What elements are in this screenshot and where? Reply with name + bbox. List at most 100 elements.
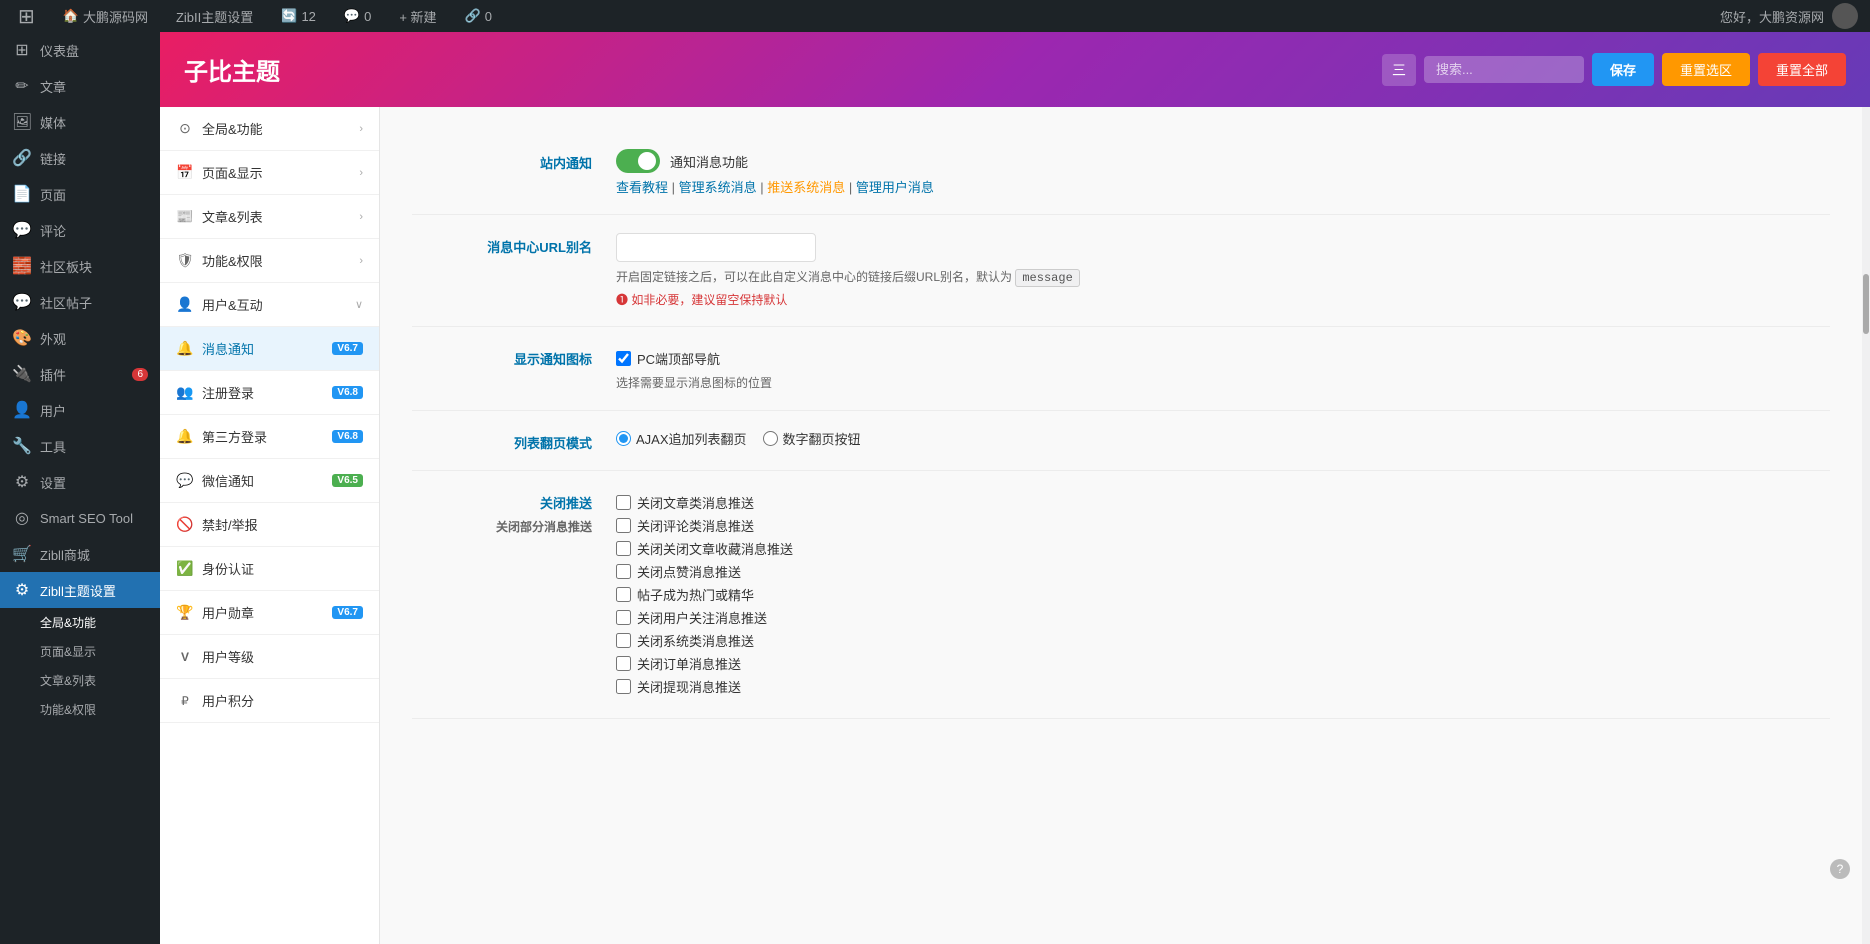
- scrollbar-thumb[interactable]: [1863, 274, 1869, 334]
- wp-logo[interactable]: ⊞: [12, 0, 41, 32]
- sidebar-item-zibll-settings[interactable]: ⚙ Zibll主题设置: [0, 572, 160, 608]
- grid-view-button[interactable]: 三: [1382, 54, 1416, 86]
- nav-item-reg-login[interactable]: 👥 注册登录 V6.8: [160, 371, 379, 415]
- nav-item-third-login[interactable]: 🔔 第三方登录 V6.8: [160, 415, 379, 459]
- pc-nav-checkbox-item: PC端顶部导航: [616, 349, 1830, 368]
- submenu-func-perms[interactable]: 功能&权限: [0, 695, 160, 724]
- submenu-page-display[interactable]: 页面&显示: [0, 637, 160, 666]
- nav-item-user-medal[interactable]: 🏆 用户勋章 V6.7: [160, 591, 379, 635]
- nav-item-user-level[interactable]: V 用户等级: [160, 635, 379, 679]
- settings-search-input[interactable]: [1424, 56, 1584, 83]
- close-hot-push-label[interactable]: 帖子成为热门或精华: [637, 585, 754, 604]
- sidebar-item-comments[interactable]: 💬 评论: [0, 212, 160, 248]
- page-title: 子比主题: [184, 52, 280, 87]
- adminbar-links[interactable]: 🔗 0: [459, 0, 498, 32]
- close-article-push-checkbox[interactable]: [616, 495, 631, 510]
- adminbar-comments[interactable]: 💬 0: [338, 0, 377, 32]
- link-tutorial[interactable]: 查看教程: [616, 180, 668, 195]
- main-wrap: ⊞ 仪表盘 ✏ 文章 🖼 媒体 🔗 链接 📄 页面 💬 评论 🧱 社区板块 💬: [0, 32, 1870, 944]
- submenu-global-func[interactable]: 全局&功能: [0, 608, 160, 637]
- pc-top-nav-label[interactable]: PC端顶部导航: [637, 349, 720, 368]
- notify-toggle[interactable]: [616, 149, 660, 173]
- close-like-push-checkbox[interactable]: [616, 564, 631, 579]
- msg-url-input[interactable]: [616, 233, 816, 262]
- close-system-push-item: 关闭系统类消息推送: [616, 631, 1830, 650]
- nav-item-global-func[interactable]: ⊙ 全局&功能 ›: [160, 107, 379, 151]
- help-button[interactable]: ?: [1830, 859, 1850, 879]
- close-withdraw-push-label[interactable]: 关闭提现消息推送: [637, 677, 741, 696]
- users-icon: 👤: [12, 400, 32, 420]
- number-btn-radio[interactable]: [763, 431, 778, 446]
- site-notify-control: 通知消息功能 查看教程 | 管理系统消息 | 推送系统消息 | 管理用户消息: [616, 149, 1830, 196]
- adminbar-new[interactable]: + 新建: [393, 0, 442, 32]
- adminbar-avatar[interactable]: [1832, 3, 1858, 29]
- nav-item-wechat[interactable]: 💬 微信通知 V6.5: [160, 459, 379, 503]
- settings-panel: 站内通知 通知消息功能 查看教程 | 管理系统消息: [380, 107, 1862, 944]
- reset-all-button[interactable]: 重置全部: [1758, 53, 1846, 86]
- number-btn-label[interactable]: 数字翻页按钮: [783, 429, 861, 448]
- link-manage-user-msg[interactable]: 管理用户消息: [856, 180, 934, 195]
- close-withdraw-push-checkbox[interactable]: [616, 679, 631, 694]
- close-system-push-label[interactable]: 关闭系统类消息推送: [637, 631, 754, 650]
- sidebar-item-tools[interactable]: 🔧 工具: [0, 428, 160, 464]
- close-follow-push-checkbox[interactable]: [616, 610, 631, 625]
- posts-list-icon: 📰: [176, 208, 194, 225]
- close-follow-push-label[interactable]: 关闭用户关注消息推送: [637, 608, 767, 627]
- close-order-push-label[interactable]: 关闭订单消息推送: [637, 654, 741, 673]
- sidebar-item-media[interactable]: 🖼 媒体: [0, 104, 160, 140]
- nav-item-func-perms[interactable]: 🛡 功能&权限 ›: [160, 239, 379, 283]
- ajax-load-radio[interactable]: [616, 431, 631, 446]
- close-article-push-label[interactable]: 关闭文章类消息推送: [637, 493, 754, 512]
- sidebar-item-settings[interactable]: ⚙ 设置: [0, 464, 160, 500]
- page-header: 子比主题 三 保存 重置选区 重置全部: [160, 32, 1870, 107]
- close-like-push-label[interactable]: 关闭点赞消息推送: [637, 562, 741, 581]
- link-push-sys-msg[interactable]: 推送系统消息: [767, 180, 845, 195]
- link-manage-sys-msg[interactable]: 管理系统消息: [679, 180, 757, 195]
- nav-item-msg-notify[interactable]: 🔔 消息通知 V6.7: [160, 327, 379, 371]
- sidebar-item-dashboard[interactable]: ⊞ 仪表盘: [0, 32, 160, 68]
- adminbar-site-link[interactable]: 🏠 大鹏源码网: [57, 0, 154, 32]
- close-order-push-checkbox[interactable]: [616, 656, 631, 671]
- nav-item-user-points[interactable]: ₽ 用户积分: [160, 679, 379, 723]
- close-comment-push-label[interactable]: 关闭评论类消息推送: [637, 516, 754, 535]
- adminbar-updates[interactable]: 🔄 12: [275, 0, 322, 32]
- wechat-icon: 💬: [176, 472, 194, 489]
- save-button[interactable]: 保存: [1592, 53, 1654, 86]
- close-fav-push-label[interactable]: 关闭关闭文章收藏消息推送: [637, 539, 793, 558]
- close-hot-push-checkbox[interactable]: [616, 587, 631, 602]
- updates-icon: 🔄: [281, 8, 297, 24]
- nav-item-page-display[interactable]: 📅 页面&显示 ›: [160, 151, 379, 195]
- sidebar-item-appearance[interactable]: 🎨 外观: [0, 320, 160, 356]
- nav-item-posts-list[interactable]: 📰 文章&列表 ›: [160, 195, 379, 239]
- pc-top-nav-checkbox[interactable]: [616, 351, 631, 366]
- sidebar-item-links[interactable]: 🔗 链接: [0, 140, 160, 176]
- sidebar-item-shop[interactable]: 🛒 Zibll商城: [0, 536, 160, 572]
- close-system-push-checkbox[interactable]: [616, 633, 631, 648]
- settings-row-pagination: 列表翻页模式 AJAX追加列表翻页 数字翻页按钮: [412, 411, 1830, 471]
- sidebar-item-smart-seo[interactable]: ◎ Smart SEO Tool: [0, 500, 160, 536]
- submenu-posts-list[interactable]: 文章&列表: [0, 666, 160, 695]
- nav-item-user-interact[interactable]: 👤 用户&互动 ∨: [160, 283, 379, 327]
- settings-icon: ⚙: [12, 472, 32, 492]
- adminbar-theme-settings[interactable]: ZibII主题设置: [170, 0, 259, 32]
- adminbar-home-icon: 🏠: [63, 8, 79, 24]
- ajax-load-label[interactable]: AJAX追加列表翻页: [636, 429, 747, 448]
- content-wrap: ⊙ 全局&功能 › 📅 页面&显示 › 📰 文章&列表 › 🛡 功能&权限: [160, 107, 1870, 944]
- pages-icon: 📄: [12, 184, 32, 204]
- pagination-label: 列表翻页模式: [412, 429, 592, 452]
- sidebar-item-users[interactable]: 👤 用户: [0, 392, 160, 428]
- close-comment-push-checkbox[interactable]: [616, 518, 631, 533]
- nav-item-identity[interactable]: ✅ 身份认证: [160, 547, 379, 591]
- nav-item-ban-report[interactable]: 🚫 禁封/举报: [160, 503, 379, 547]
- sidebar-item-community[interactable]: 🧱 社区板块: [0, 248, 160, 284]
- sidebar-item-posts[interactable]: ✏ 文章: [0, 68, 160, 104]
- close-article-push-item: 关闭文章类消息推送: [616, 493, 1830, 512]
- appearance-icon: 🎨: [12, 328, 32, 348]
- reset-selection-button[interactable]: 重置选区: [1662, 53, 1750, 86]
- sidebar-item-plugins[interactable]: 🔌 插件 6: [0, 356, 160, 392]
- nav-arrow-page: ›: [359, 167, 363, 179]
- zibll-settings-icon: ⚙: [12, 580, 32, 600]
- close-fav-push-checkbox[interactable]: [616, 541, 631, 556]
- sidebar-item-pages[interactable]: 📄 页面: [0, 176, 160, 212]
- sidebar-item-bbpress[interactable]: 💬 社区帖子: [0, 284, 160, 320]
